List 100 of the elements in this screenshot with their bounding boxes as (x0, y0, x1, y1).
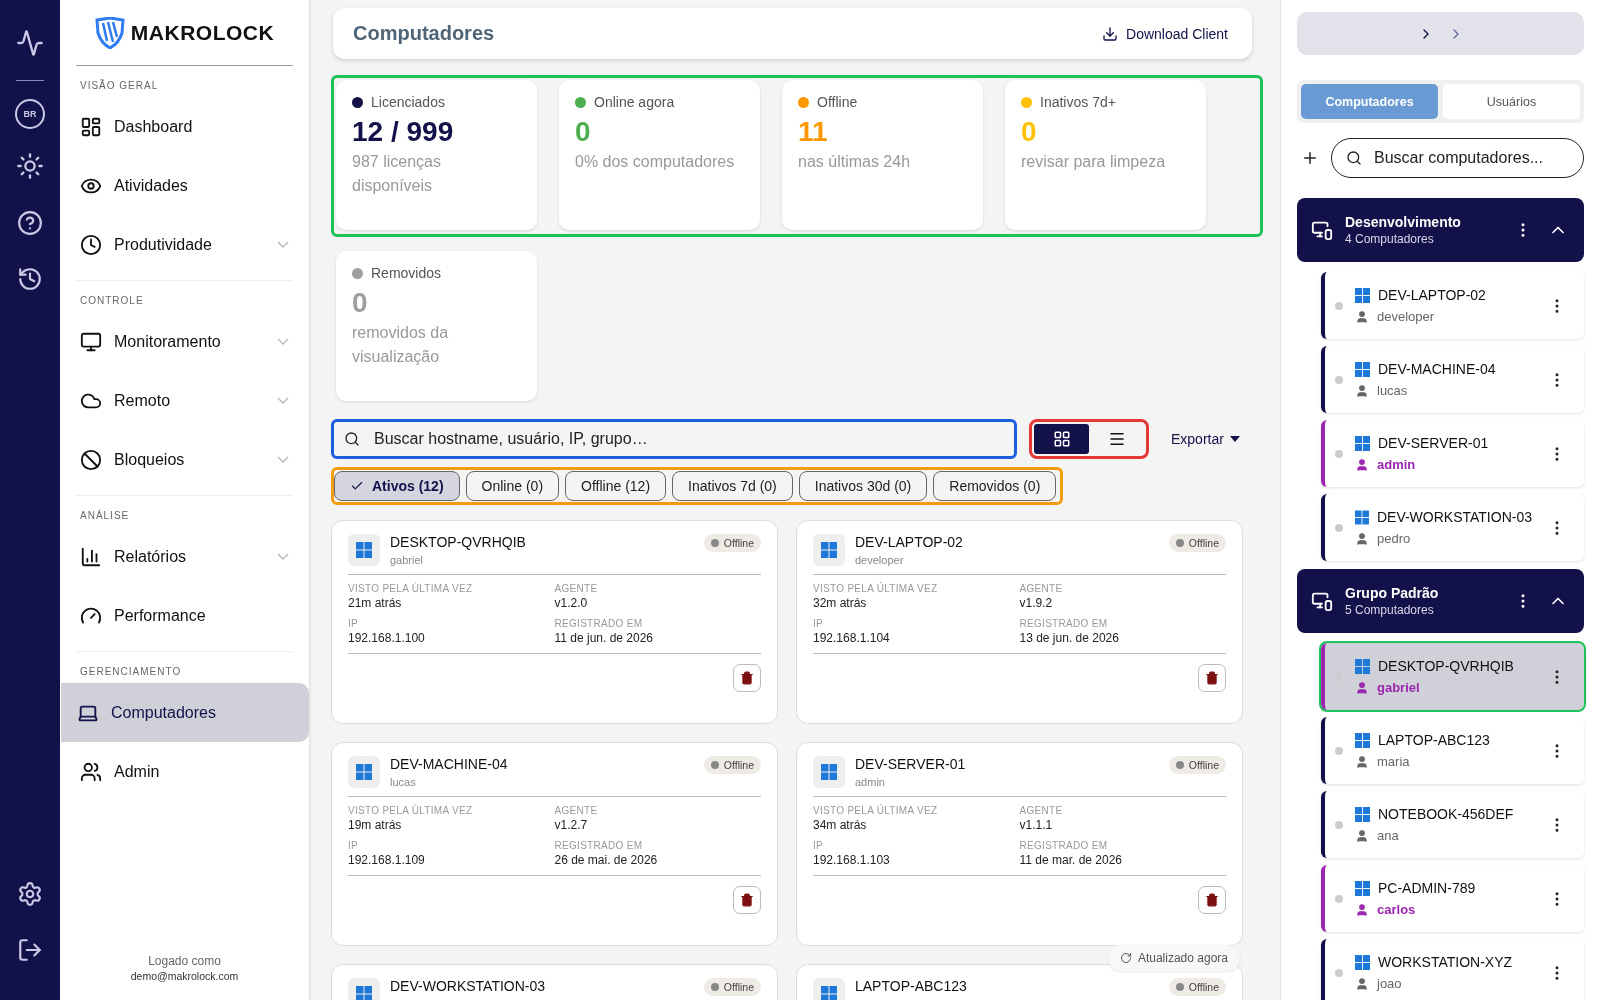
search-field[interactable]: Buscar hostname, usuário, IP, grupo… (331, 419, 1017, 459)
computer-list-item[interactable]: DEV-SERVER-01 admin (1321, 420, 1584, 487)
username: maria (1377, 754, 1410, 769)
check-icon (350, 479, 364, 493)
field-label: VISTO PELA ÚLTIMA VEZ (348, 583, 474, 594)
username: pedro (1377, 531, 1411, 546)
field-label: AGENTE (554, 805, 599, 816)
nav-item[interactable]: Monitoramento (76, 312, 293, 371)
filter-chip[interactable]: Removidos (0) (933, 471, 1057, 501)
status-dot (1175, 539, 1184, 547)
delete-button[interactable] (1198, 886, 1226, 914)
trash-icon (1205, 893, 1219, 907)
nav-item[interactable]: Atividades (76, 156, 293, 215)
block-icon (80, 448, 102, 471)
stat-value: 12 / 999 (352, 116, 455, 148)
username: carlos (1377, 902, 1416, 917)
computer-list-item[interactable]: LAPTOP-ABC123 maria (1321, 717, 1584, 784)
delete-button[interactable] (733, 664, 761, 692)
computer-list-item[interactable]: DEV-MACHINE-04 lucas (1321, 346, 1584, 413)
nav-item[interactable]: Computadores (61, 683, 309, 742)
language-button[interactable]: BR (15, 99, 45, 129)
section-title: ANÁLISE (80, 510, 131, 521)
field-label: VISTO PELA ÚLTIMA VEZ (348, 805, 474, 816)
nav-item[interactable]: Admin (76, 742, 293, 801)
nav-item[interactable]: Performance (76, 586, 293, 645)
windows-icon (356, 986, 372, 1000)
field-label: REGISTRADO EM (1019, 618, 1109, 629)
nav-item[interactable]: Produtividade (76, 215, 293, 274)
page-title: Computadores (353, 22, 495, 45)
field-value: 32m atrás (813, 596, 868, 610)
computer-list-item[interactable]: PC-ADMIN-789 carlos (1321, 865, 1584, 932)
group-header[interactable]: Grupo Padrão 5 Computadores (1297, 569, 1584, 633)
windows-icon (1355, 658, 1370, 674)
user-icon (1355, 309, 1369, 324)
filter-chip[interactable]: Online (0) (465, 471, 560, 501)
pulse-icon[interactable] (16, 29, 44, 57)
filter-chip[interactable]: Inativos 30d (0) (798, 471, 928, 501)
status-badge: Offline (703, 534, 761, 552)
nav-item[interactable]: Dashboard (76, 97, 293, 156)
nav-item[interactable]: Relatórios (76, 527, 293, 586)
computer-list-item[interactable]: DEV-WORKSTATION-03 pedro (1321, 494, 1584, 561)
filter-chip[interactable]: Offline (12) (565, 471, 667, 501)
hostname: DEV-LAPTOP-02 (855, 534, 964, 550)
status-badge: Offline (1168, 978, 1226, 996)
logout-icon[interactable] (17, 937, 43, 963)
field-value: 192.168.1.109 (348, 853, 426, 867)
field-label: REGISTRADO EM (554, 840, 644, 851)
username: admin (855, 776, 886, 788)
caret-down-icon (1229, 436, 1240, 442)
settings-icon[interactable] (17, 881, 43, 907)
stat-label: Online agora (575, 94, 744, 110)
delete-button[interactable] (1198, 664, 1226, 692)
grid-view-button[interactable] (1034, 424, 1089, 454)
trash-icon (740, 893, 754, 907)
panel-tab[interactable]: Usuários (1443, 84, 1580, 119)
search-icon (1346, 150, 1362, 166)
devices-icon (1311, 219, 1333, 241)
computer-list-item[interactable]: DEV-LAPTOP-02 developer (1321, 272, 1584, 339)
download-button[interactable]: Download Client (1098, 21, 1232, 46)
group-header[interactable]: Desenvolvimento 4 Computadores (1297, 198, 1584, 262)
computer-search-field[interactable]: Buscar computadores... (1331, 138, 1584, 178)
hostname: DEV-WORKSTATION-03 (1376, 509, 1532, 525)
brand-name: MAKROLOCK (130, 20, 275, 45)
computer-list-item[interactable]: WORKSTATION-XYZ joao (1321, 939, 1584, 1000)
user-icon (1355, 976, 1369, 991)
field-value: 21m atrás (348, 596, 403, 610)
export-dropdown[interactable]: Exportar (1165, 430, 1246, 448)
logged-in-caption: Logado como (147, 954, 222, 968)
computer-list-item[interactable]: DESKTOP-QVRHQIB gabriel (1321, 643, 1584, 710)
status-badge: Offline (703, 756, 761, 774)
bar-chart-icon (80, 545, 102, 568)
username: developer (1377, 309, 1435, 324)
nav-item[interactable]: Remoto (76, 371, 293, 430)
status-dot (1335, 968, 1343, 977)
help-icon[interactable] (17, 210, 43, 236)
download-icon (1102, 25, 1119, 42)
field-value: v1.1.1 (1019, 818, 1054, 832)
stat-subtitle: 0% dos computadores (575, 152, 736, 172)
filter-chip[interactable]: Ativos (12) (334, 471, 460, 501)
stat-subtitle: 987 licenças disponíveis (352, 152, 442, 196)
trash-icon (740, 671, 754, 685)
username: gabriel (1377, 680, 1420, 695)
nav-item[interactable]: Bloqueios (76, 430, 293, 489)
history-icon[interactable] (17, 266, 43, 292)
filter-chip[interactable]: Inativos 7d (0) (672, 471, 793, 501)
sun-icon[interactable] (16, 152, 44, 180)
field-value: 13 de jun. de 2026 (1019, 631, 1120, 645)
dashboard-icon (80, 115, 102, 138)
field-label: VISTO PELA ÚLTIMA VEZ (813, 805, 939, 816)
user-email: demo@makrolock.com (129, 970, 240, 982)
status-dot (710, 761, 719, 769)
delete-button[interactable] (733, 886, 761, 914)
status-dot (1335, 820, 1343, 829)
computer-list-item[interactable]: NOTEBOOK-456DEF ana (1321, 791, 1584, 858)
refresh-icon (1119, 952, 1132, 964)
windows-icon (1355, 880, 1370, 896)
field-label: VISTO PELA ÚLTIMA VEZ (813, 583, 939, 594)
user-icon (1355, 680, 1369, 695)
hostname: LAPTOP-ABC123 (855, 978, 968, 994)
field-value: v1.2.7 (554, 818, 589, 832)
